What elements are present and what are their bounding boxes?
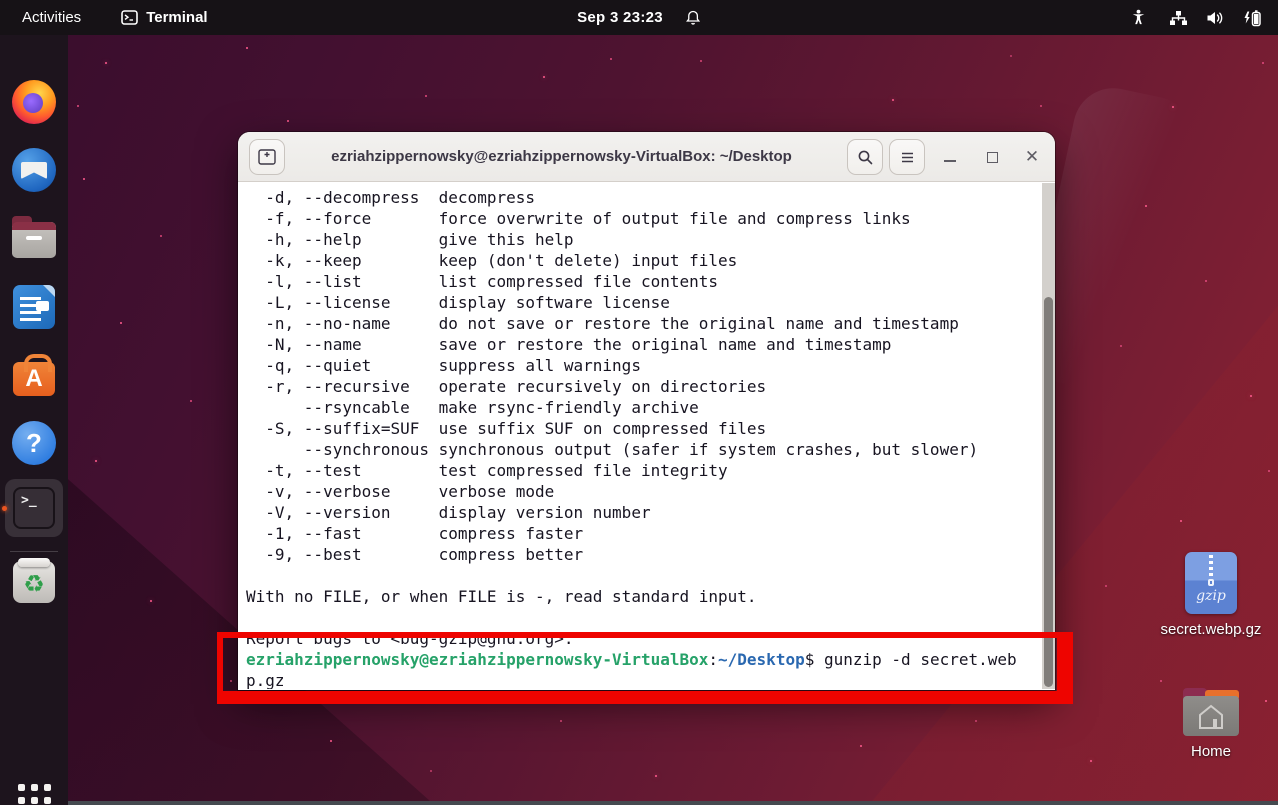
screen-bottom-edge [0,801,1278,805]
firefox-icon[interactable] [11,79,57,125]
close-button[interactable]: ✕ [1017,132,1047,182]
home-label: Home [1191,743,1231,760]
terminal-output: -d, --decompress decompress -f, --force … [238,183,1055,649]
terminal-prompt-glyph: >_ [13,487,55,529]
ubuntu-desktop: Activities Terminal Sep 3 23:23 [0,0,1278,805]
recycle-glyph: ♻ [13,561,55,603]
help-icon[interactable]: ? [11,420,57,466]
terminal-content[interactable]: -d, --decompress decompress -f, --force … [238,182,1055,689]
writer-document-glyph [13,285,55,329]
zipper-glyph [1209,555,1213,579]
scrollbar-thumb[interactable] [1044,297,1053,687]
thunderbird-logo [12,148,56,192]
question-mark-glyph: ? [12,421,56,465]
zipper-pull [1208,579,1214,586]
ubuntu-software-icon[interactable]: A [11,352,57,398]
folder-body [1183,696,1239,736]
window-title: ezriahzippernowsky@ezriahzippernowsky-Vi… [238,148,1055,165]
menu-button[interactable] [889,139,925,175]
app-grid-icon[interactable] [11,777,57,805]
terminal-window: ezriahzippernowsky@ezriahzippernowsky-Vi… [238,132,1055,690]
new-tab-button[interactable] [249,139,285,175]
maximize-button[interactable] [977,132,1007,182]
search-button[interactable] [847,139,883,175]
gzip-badge-text: gzip [1185,588,1237,604]
dock-separator [10,551,58,552]
terminal-icon[interactable]: >_ [11,485,57,531]
software-bag-glyph: A [13,362,55,396]
titlebar[interactable]: ezriahzippernowsky@ezriahzippernowsky-Vi… [238,132,1055,182]
highlight-annotation-rectangle [217,632,1073,704]
scrollbar[interactable] [1042,183,1055,689]
terminal-running-indicator [2,506,7,511]
file-label: secret.webp.gz [1161,621,1262,638]
files-folder-glyph [12,222,56,258]
activities-button[interactable]: Activities [16,7,87,28]
accessibility-icon[interactable] [1130,9,1147,26]
firefox-logo [12,80,56,124]
clock[interactable]: Sep 3 23:23 [577,9,663,26]
focused-app-indicator[interactable]: Terminal [121,9,207,26]
libreoffice-writer-icon[interactable] [11,284,57,330]
dock: A ? >_ ♻ [0,35,68,805]
bell-icon[interactable] [685,10,701,26]
terminal-app-icon [121,10,138,25]
focused-app-label: Terminal [146,9,207,26]
battery-icon[interactable] [1242,9,1262,27]
home-folder-icon [1183,688,1239,736]
network-icon[interactable] [1169,10,1188,26]
top-bar: Activities Terminal Sep 3 23:23 [0,0,1278,35]
volume-icon[interactable] [1206,10,1224,26]
desktop-home-folder[interactable]: Home [1151,688,1271,760]
thunderbird-icon[interactable] [11,147,57,193]
files-icon[interactable] [11,215,57,261]
desktop-file-secret-webp-gz[interactable]: gzip secret.webp.gz [1151,552,1271,638]
minimize-button[interactable] [935,132,965,182]
trash-icon[interactable]: ♻ [11,559,57,605]
house-icon [1194,702,1228,730]
app-grid-dots [18,784,51,805]
gzip-file-icon: gzip [1185,552,1237,614]
